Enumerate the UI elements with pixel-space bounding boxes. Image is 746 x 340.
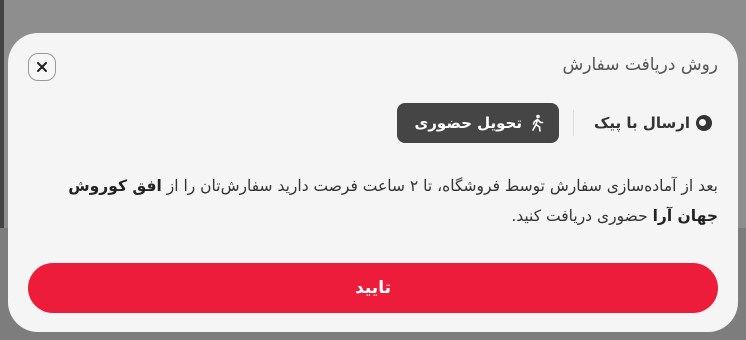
option-courier-label: ارسال با پیک bbox=[594, 114, 690, 132]
info-text-before: بعد از آماده‌سازی سفارش توسط فروشگاه، تا… bbox=[161, 177, 718, 195]
delivery-options: ارسال با پیک تحویل حضوری bbox=[396, 103, 718, 143]
background-strip bbox=[0, 0, 4, 232]
option-in-person-pickup[interactable]: تحویل حضوری bbox=[396, 103, 559, 143]
confirm-button[interactable]: تایید bbox=[28, 263, 718, 313]
option-pickup-label: تحویل حضوری bbox=[414, 114, 522, 132]
delivery-method-sheet: روش دریافت سفارش ارسال با پیک تحویل حضور… bbox=[8, 33, 738, 332]
courier-icon bbox=[696, 115, 712, 131]
close-button[interactable] bbox=[28, 53, 56, 81]
sheet-title: روش دریافت سفارش bbox=[562, 55, 718, 75]
walking-person-icon bbox=[532, 114, 544, 132]
close-icon bbox=[37, 62, 47, 72]
option-courier-delivery[interactable]: ارسال با پیک bbox=[588, 104, 718, 142]
options-divider bbox=[573, 110, 574, 136]
info-text-after: حضوری دریافت کنید. bbox=[511, 207, 653, 225]
pickup-info-text: بعد از آماده‌سازی سفارش توسط فروشگاه، تا… bbox=[28, 171, 718, 231]
